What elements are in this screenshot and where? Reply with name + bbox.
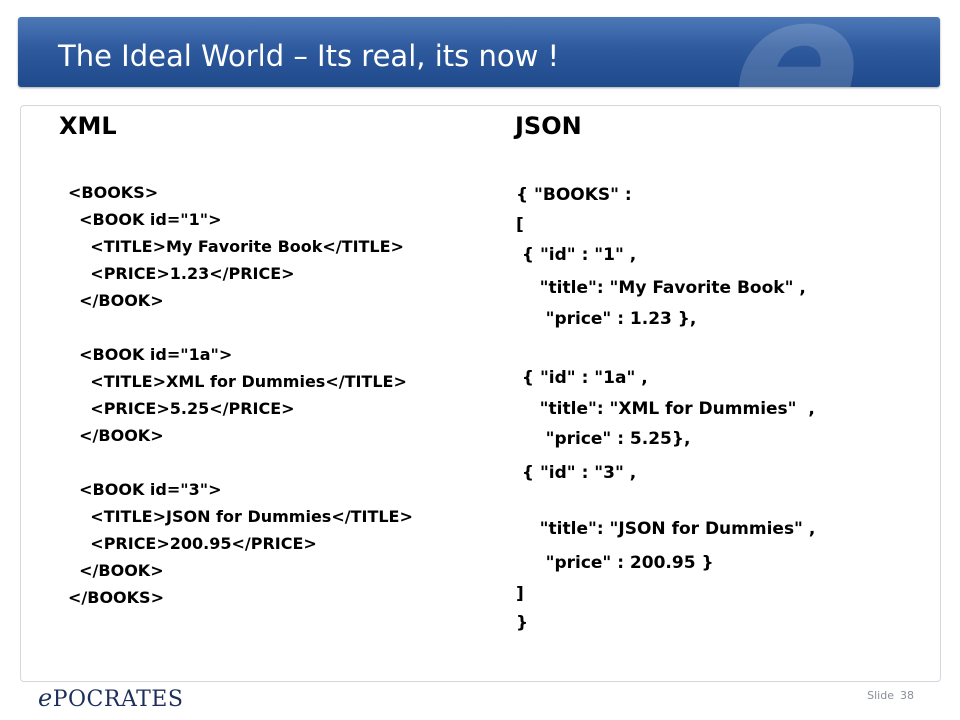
- json-line: "title": "XML for Dummies" ,: [516, 399, 815, 419]
- xml-line: <TITLE>My Favorite Book</TITLE>: [68, 237, 404, 256]
- json-line: { "id" : "3" ,: [516, 463, 637, 483]
- json-line: ]: [516, 584, 524, 604]
- xml-line: <BOOK id="3">: [68, 480, 222, 499]
- json-line: { "BOOKS" :: [516, 185, 632, 205]
- xml-line: <BOOK id="1">: [68, 210, 222, 229]
- xml-line: <PRICE>5.25</PRICE>: [68, 399, 295, 418]
- xml-line: <PRICE>200.95</PRICE>: [68, 534, 317, 553]
- xml-line: <TITLE>XML for Dummies</TITLE>: [68, 372, 407, 391]
- slide-number: Slide 38: [867, 689, 914, 702]
- xml-line: <TITLE>JSON for Dummies</TITLE>: [68, 507, 413, 526]
- xml-line: <PRICE>1.23</PRICE>: [68, 264, 295, 283]
- xml-line: </BOOKS>: [68, 588, 164, 607]
- json-line: { "id" : "1a" ,: [516, 368, 648, 388]
- xml-line: <BOOK id="1a">: [68, 345, 233, 364]
- xml-line: <BOOKS>: [68, 183, 159, 202]
- xml-line: </BOOK>: [68, 291, 164, 310]
- json-line: "price" : 200.95 }: [516, 553, 714, 573]
- title-bar: e The Ideal World – Its real, its now !: [18, 17, 940, 87]
- xml-line: </BOOK>: [68, 426, 164, 445]
- slide-label: Slide: [867, 689, 894, 702]
- json-line: }: [516, 613, 529, 633]
- epocrates-e-watermark-icon: e: [732, 17, 922, 87]
- json-line: "price" : 1.23 },: [516, 309, 697, 329]
- json-heading: JSON: [515, 112, 582, 140]
- logo-rest: POCRATES: [52, 687, 184, 712]
- slide-number-value: 38: [900, 689, 914, 702]
- xml-line: </BOOK>: [68, 561, 164, 580]
- logo-e: e: [38, 684, 53, 712]
- json-line: { "id" : "1" ,: [516, 245, 637, 265]
- slide-title: The Ideal World – Its real, its now !: [58, 39, 560, 73]
- json-line: "title": "JSON for Dummies" ,: [516, 519, 816, 539]
- epocrates-logo: ePOCRATES: [38, 684, 183, 712]
- xml-heading: XML: [59, 112, 117, 140]
- json-line: "title": "My Favorite Book" ,: [516, 278, 806, 298]
- json-line: [: [516, 215, 524, 235]
- json-line: "price" : 5.25},: [516, 429, 691, 449]
